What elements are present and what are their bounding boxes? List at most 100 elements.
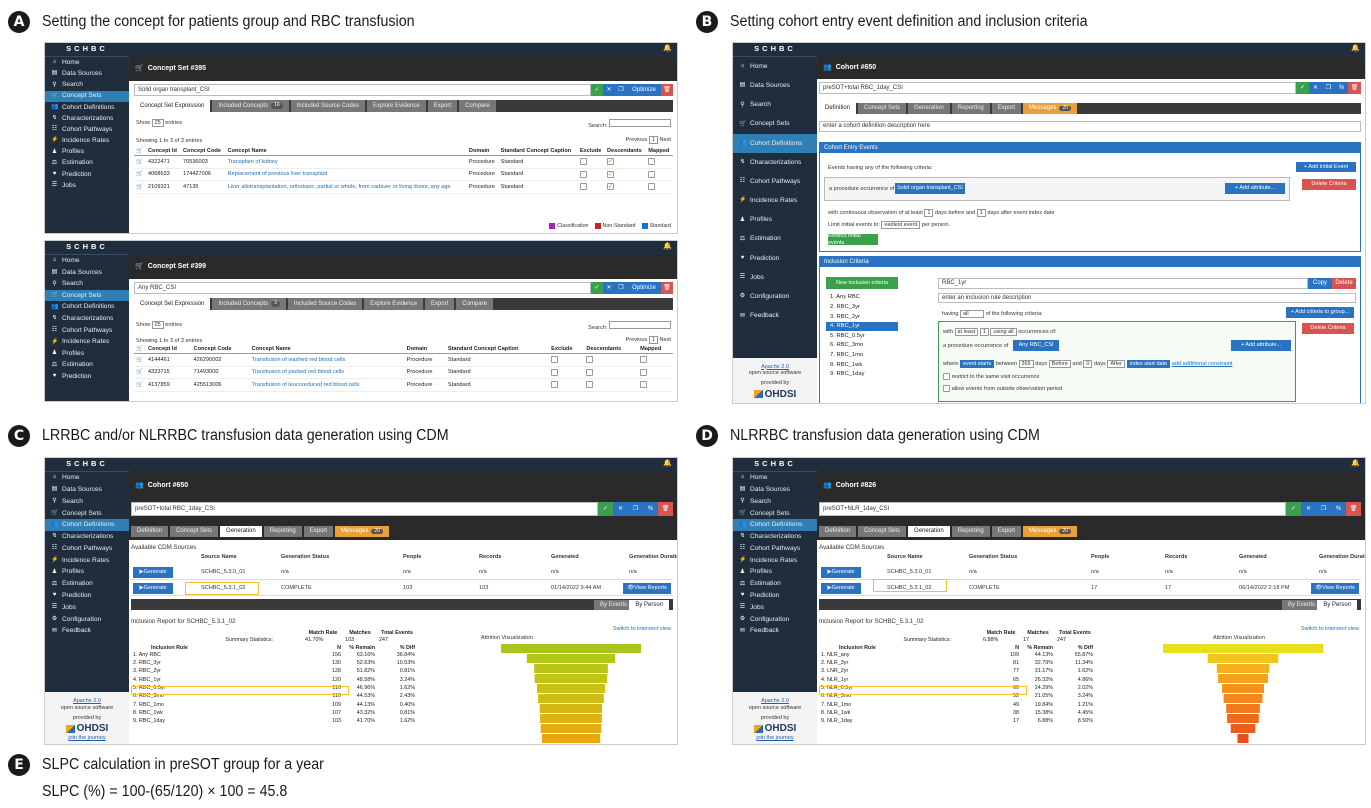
close-button[interactable]: ✕ (603, 84, 615, 96)
tab-reporting[interactable]: Reporting (263, 526, 302, 537)
rule-description-input[interactable]: enter an inclusion rule description (938, 293, 1356, 303)
nav-item-cohort-pathways[interactable]: ☷ Cohort Pathways (733, 172, 817, 191)
nav-item-prediction[interactable]: ♥ Prediction (45, 169, 129, 180)
mapped-checkbox[interactable] (640, 368, 648, 376)
tab-generation[interactable]: Generation (908, 103, 950, 114)
tab-definition[interactable]: Definition (131, 526, 169, 537)
days-after-select[interactable]: 0 (1083, 360, 1093, 369)
nav-item-characterizations[interactable]: ↯ Characterizations (45, 113, 129, 124)
delete-button[interactable]: 🗑 (661, 84, 673, 96)
entries-select[interactable]: 25 (151, 119, 164, 128)
nav-item-prediction[interactable]: ♥ Prediction (733, 249, 817, 268)
tab-explore-evidence[interactable]: Explore Evidence (367, 100, 426, 112)
procedure-concept-select[interactable]: Solid organ transplant_CSI (895, 183, 965, 194)
index-select[interactable]: index start date (1126, 360, 1171, 369)
add-constraint-link[interactable]: add additional constraint (1172, 361, 1233, 367)
nav-item-cohort-pathways[interactable]: ☷ Cohort Pathways (45, 543, 129, 555)
nav-item-characterizations[interactable]: ↯ Characterizations (45, 313, 129, 325)
cart-icon[interactable]: 🛒 (134, 378, 146, 392)
nav-item-data-sources[interactable]: ▤ Data Sources (733, 76, 817, 95)
inclusion-rule-item[interactable]: 3. RBC_2yr (826, 312, 898, 322)
nav-item-prediction[interactable]: ♥ Prediction (45, 371, 129, 383)
cart-icon[interactable]: 🛒 (134, 155, 146, 169)
by-events-tab[interactable]: By Events (1281, 600, 1321, 610)
delete-button[interactable]: 🗑 (658, 502, 673, 516)
add-initial-event-button[interactable]: + Add Initial Event (1296, 162, 1356, 172)
delete-rule-button[interactable]: Delete (1332, 278, 1356, 289)
delete-button[interactable]: 🗑 (1346, 502, 1361, 516)
descendants-checkbox[interactable]: ✓ (606, 183, 614, 191)
allow-events-checkbox[interactable] (943, 385, 950, 392)
description-input[interactable]: enter a cohort definition description he… (819, 121, 1361, 132)
bell-icon[interactable]: 🔔 (663, 45, 672, 53)
concept-link[interactable]: Transfusion of leucoreduced red blood ce… (249, 378, 405, 392)
tab-compare[interactable]: Compare (459, 100, 496, 112)
nav-item-profiles[interactable]: ♟ Profiles (733, 566, 817, 578)
nav-item-cohort-definitions[interactable]: 👥 Cohort Definitions (45, 102, 129, 113)
restrict-visit-checkbox[interactable] (943, 373, 950, 380)
tab-included-concepts[interactable]: Included Concepts 16 (212, 100, 289, 112)
generate-button[interactable]: ▶ Generate (133, 583, 173, 594)
inclusion-rule-item[interactable]: 5. RBC_0.5yr (826, 331, 898, 341)
exclude-checkbox[interactable] (551, 356, 559, 364)
link-button[interactable]: % (1331, 502, 1346, 516)
col-header[interactable]: Concept Name (249, 345, 405, 355)
page-1[interactable]: 1 (648, 336, 658, 345)
nav-item-jobs[interactable]: ☰ Jobs (733, 268, 817, 287)
nav-item-home[interactable]: ⌂ Home (45, 57, 129, 68)
tab-concept-sets[interactable]: Concept Sets (858, 526, 907, 537)
nav-item-jobs[interactable]: ☰ Jobs (45, 602, 129, 614)
col-header[interactable]: Concept Id (146, 147, 181, 157)
next-link[interactable]: Next (659, 137, 671, 143)
nav-item-cohort-pathways[interactable]: ☷ Cohort Pathways (45, 124, 129, 135)
copy-rule-button[interactable]: Copy (1308, 278, 1332, 289)
close-button[interactable]: ✕ (1301, 502, 1316, 516)
nav-item-search[interactable]: ⚲ Search (45, 278, 129, 290)
exclude-checkbox[interactable] (579, 158, 587, 166)
col-header[interactable]: Descendants (584, 345, 639, 355)
tab-definition[interactable]: Definition (819, 103, 857, 114)
limit-select[interactable]: earliest event (881, 221, 921, 230)
concept-set-name-input[interactable]: Any RBC_CSI (134, 282, 591, 294)
event-starts-select[interactable]: event starts (959, 360, 995, 369)
by-person-tab[interactable]: By Person (1317, 600, 1357, 610)
nav-item-home[interactable]: ⌂ Home (45, 472, 129, 484)
tab-compare[interactable]: Compare (456, 298, 493, 310)
tab-included-concepts[interactable]: Included Concepts 3 (212, 298, 286, 310)
descendants-checkbox[interactable]: ✓ (606, 158, 614, 166)
days-before-select[interactable]: 365 (1018, 360, 1034, 369)
nav-item-prediction[interactable]: ♥ Prediction (733, 590, 817, 602)
nav-item-search[interactable]: ⚲ Search (733, 95, 817, 114)
nav-item-concept-sets[interactable]: 🛒 Concept Sets (45, 289, 129, 302)
concept-link[interactable]: Liver allotransplantation, orthotopic, p… (225, 180, 467, 194)
nav-item-cohort-definitions[interactable]: 👥 Cohort Definitions (733, 133, 817, 153)
col-header[interactable]: Standard Concept Caption (498, 147, 578, 157)
count-select[interactable]: 1 (979, 328, 989, 337)
generate-button[interactable]: ▶ Generate (821, 567, 861, 578)
save-button[interactable]: ✓ (591, 282, 603, 294)
nav-item-characterizations[interactable]: ↯ Characterizations (45, 531, 129, 543)
nav-item-home[interactable]: ⌂ Home (45, 255, 129, 267)
nav-item-jobs[interactable]: ☰ Jobs (733, 602, 817, 614)
nav-item-incidence-rates[interactable]: ⚡ Incidence Rates (45, 336, 129, 348)
nav-item-feedback[interactable]: ✉ Feedback (733, 625, 817, 637)
inclusion-rule-item[interactable]: 9. RBC_1day (826, 370, 898, 380)
nav-item-incidence-rates[interactable]: ⚡ Incidence Rates (45, 555, 129, 567)
save-button[interactable]: ✓ (598, 502, 613, 516)
nav-item-search[interactable]: ⚲ Search (45, 79, 129, 90)
nav-item-configuration[interactable]: ⚙ Configuration (733, 287, 817, 306)
switch-view-link[interactable]: Switch to intersect view (613, 626, 671, 632)
inclusion-rule-item[interactable]: 6. RBC_3mo (826, 341, 898, 351)
bell-icon[interactable]: 🔔 (1351, 460, 1360, 468)
col-header[interactable]: Exclude (549, 345, 585, 355)
nav-item-estimation[interactable]: ⚖ Estimation (733, 578, 817, 590)
add-attribute-button[interactable]: + Add attribute... (1225, 183, 1285, 194)
nav-item-incidence-rates[interactable]: ⚡ Incidence Rates (45, 135, 129, 146)
descendants-checkbox[interactable] (586, 368, 594, 376)
nav-item-estimation[interactable]: ⚖ Estimation (733, 230, 817, 249)
tab-concept-set-expression[interactable]: Concept Set Expression (134, 100, 211, 112)
tab-reporting[interactable]: Reporting (951, 103, 990, 114)
obs-after-select[interactable]: 1 (976, 209, 986, 218)
cohort-name-input[interactable]: preSOT+total RBC_1day_CSI (131, 502, 598, 516)
nav-item-profiles[interactable]: ♟ Profiles (733, 211, 817, 230)
